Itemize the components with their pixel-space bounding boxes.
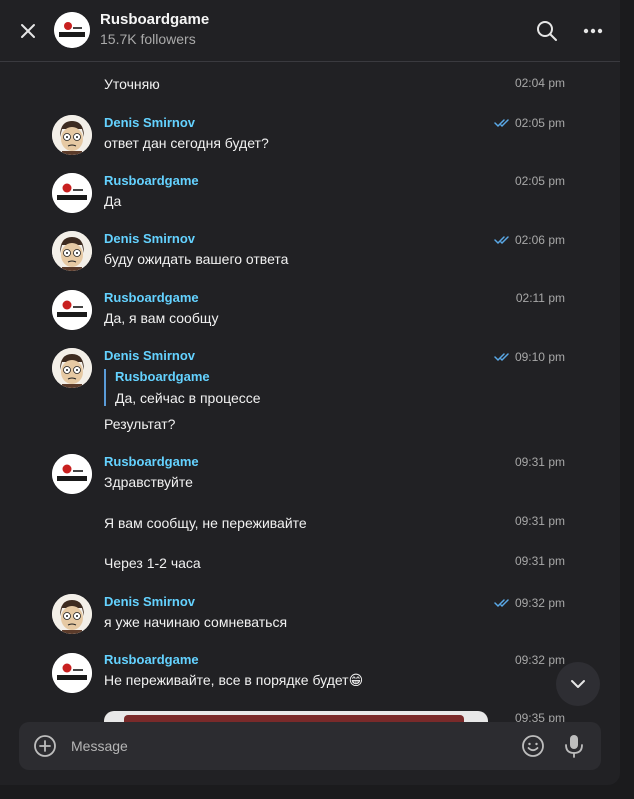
channel-avatar[interactable] <box>54 12 90 48</box>
add-icon[interactable] <box>33 734 57 758</box>
message-time: 02:04 pm <box>515 76 565 90</box>
message-text: буду ожидать вашего ответа <box>104 251 289 267</box>
sender-name[interactable]: Rusboardgame <box>104 290 199 305</box>
sender-name[interactable]: Denis Smirnov <box>104 115 195 130</box>
message-time: 02:11 pm <box>516 291 565 305</box>
close-button[interactable] <box>12 15 44 47</box>
chevron-down-icon <box>571 680 585 688</box>
sender-name[interactable]: Denis Smirnov <box>104 231 195 246</box>
sender-name[interactable]: Denis Smirnov <box>104 348 195 363</box>
message-text: Уточняю <box>104 76 160 92</box>
sender-name[interactable]: Rusboardgame <box>104 173 199 188</box>
user-avatar[interactable] <box>52 231 92 271</box>
user-avatar[interactable] <box>52 115 92 155</box>
message-time: 02:05 pm <box>494 116 565 130</box>
emoji-icon[interactable] <box>521 734 545 758</box>
reply-sender-name: Rusboardgame <box>115 369 210 384</box>
denis-avatar-image <box>52 115 92 155</box>
user-avatar[interactable] <box>52 348 92 388</box>
search-button[interactable] <box>532 16 562 46</box>
user-avatar[interactable] <box>52 653 92 693</box>
message-text: Да, я вам сообщу <box>104 310 219 326</box>
rusboardgame-logo <box>52 653 92 693</box>
time-label: 09:31 pm <box>514 554 565 568</box>
user-avatar[interactable] <box>52 290 92 330</box>
close-icon <box>21 24 35 38</box>
message-time: 09:32 pm <box>494 596 565 610</box>
user-avatar[interactable] <box>52 454 92 494</box>
denis-avatar-image <box>52 348 92 388</box>
double-check-icon <box>494 236 509 245</box>
time-label: 02:11 pm <box>515 291 565 305</box>
followers-count: 15.7K followers <box>100 31 196 47</box>
message-time: 09:32 pm <box>515 653 565 667</box>
chat-window: Rusboardgame 15.7K followers Уточняю 02:… <box>0 0 620 785</box>
sender-name[interactable]: Rusboardgame <box>104 454 199 469</box>
message-time: 09:31 pm <box>515 554 565 568</box>
rusboardgame-logo <box>54 12 90 48</box>
time-label: 02:05 pm <box>514 116 565 130</box>
rusboardgame-logo <box>52 173 92 213</box>
rusboardgame-logo <box>52 290 92 330</box>
rusboardgame-logo <box>52 454 92 494</box>
time-label: 09:32 pm <box>514 653 565 667</box>
denis-avatar-image <box>52 231 92 271</box>
message-text: я уже начинаю сомневаться <box>104 614 288 630</box>
time-label: 09:32 pm <box>514 596 565 610</box>
sender-name[interactable]: Denis Smirnov <box>104 594 195 609</box>
sender-name[interactable]: Rusboardgame <box>104 652 199 667</box>
time-label: 02:06 pm <box>514 233 565 247</box>
scroll-to-bottom-button[interactable] <box>556 662 600 706</box>
time-label: 09:31 pm <box>514 455 565 469</box>
more-options-button[interactable] <box>578 16 608 46</box>
time-label: 02:05 pm <box>514 174 565 188</box>
user-avatar[interactable] <box>52 173 92 213</box>
message-text: ответ дан сегодня будет? <box>104 135 269 151</box>
message-text: Здравствуйте <box>104 474 193 490</box>
time-label: 02:04 pm <box>514 76 565 90</box>
message-time: 02:06 pm <box>494 233 565 247</box>
user-avatar[interactable] <box>52 594 92 634</box>
chat-header: Rusboardgame 15.7K followers <box>0 0 620 62</box>
message-input[interactable] <box>71 732 491 760</box>
message-text: Не переживайте, все в порядке будет😁 <box>104 672 364 688</box>
channel-title[interactable]: Rusboardgame <box>100 11 209 28</box>
reply-quote[interactable]: Rusboardgame Да, сейчас в процессе <box>104 369 261 406</box>
message-text: Да <box>104 193 122 209</box>
message-time: 09:31 pm <box>515 455 565 469</box>
message-composer <box>19 722 601 770</box>
denis-avatar-image <box>52 594 92 634</box>
message-list[interactable]: Уточняю 02:04 pm Denis Smirnov ответ дан… <box>0 63 620 723</box>
message-text: Я вам сообщу, не переживайте <box>104 515 307 531</box>
double-check-icon <box>494 119 509 128</box>
more-icon <box>583 28 603 34</box>
time-label: 09:10 pm <box>514 350 565 364</box>
time-label: 09:31 pm <box>514 514 565 528</box>
message-text: Результат? <box>104 416 176 432</box>
search-icon <box>537 21 557 41</box>
message-time: 02:05 pm <box>515 174 565 188</box>
reply-text: Да, сейчас в процессе <box>115 390 261 406</box>
double-check-icon <box>494 599 509 608</box>
message-time: 09:10 pm <box>494 350 565 364</box>
microphone-icon[interactable] <box>562 733 586 759</box>
message-text: Через 1-2 часа <box>104 555 201 571</box>
message-time: 09:31 pm <box>515 514 565 528</box>
double-check-icon <box>494 353 509 362</box>
